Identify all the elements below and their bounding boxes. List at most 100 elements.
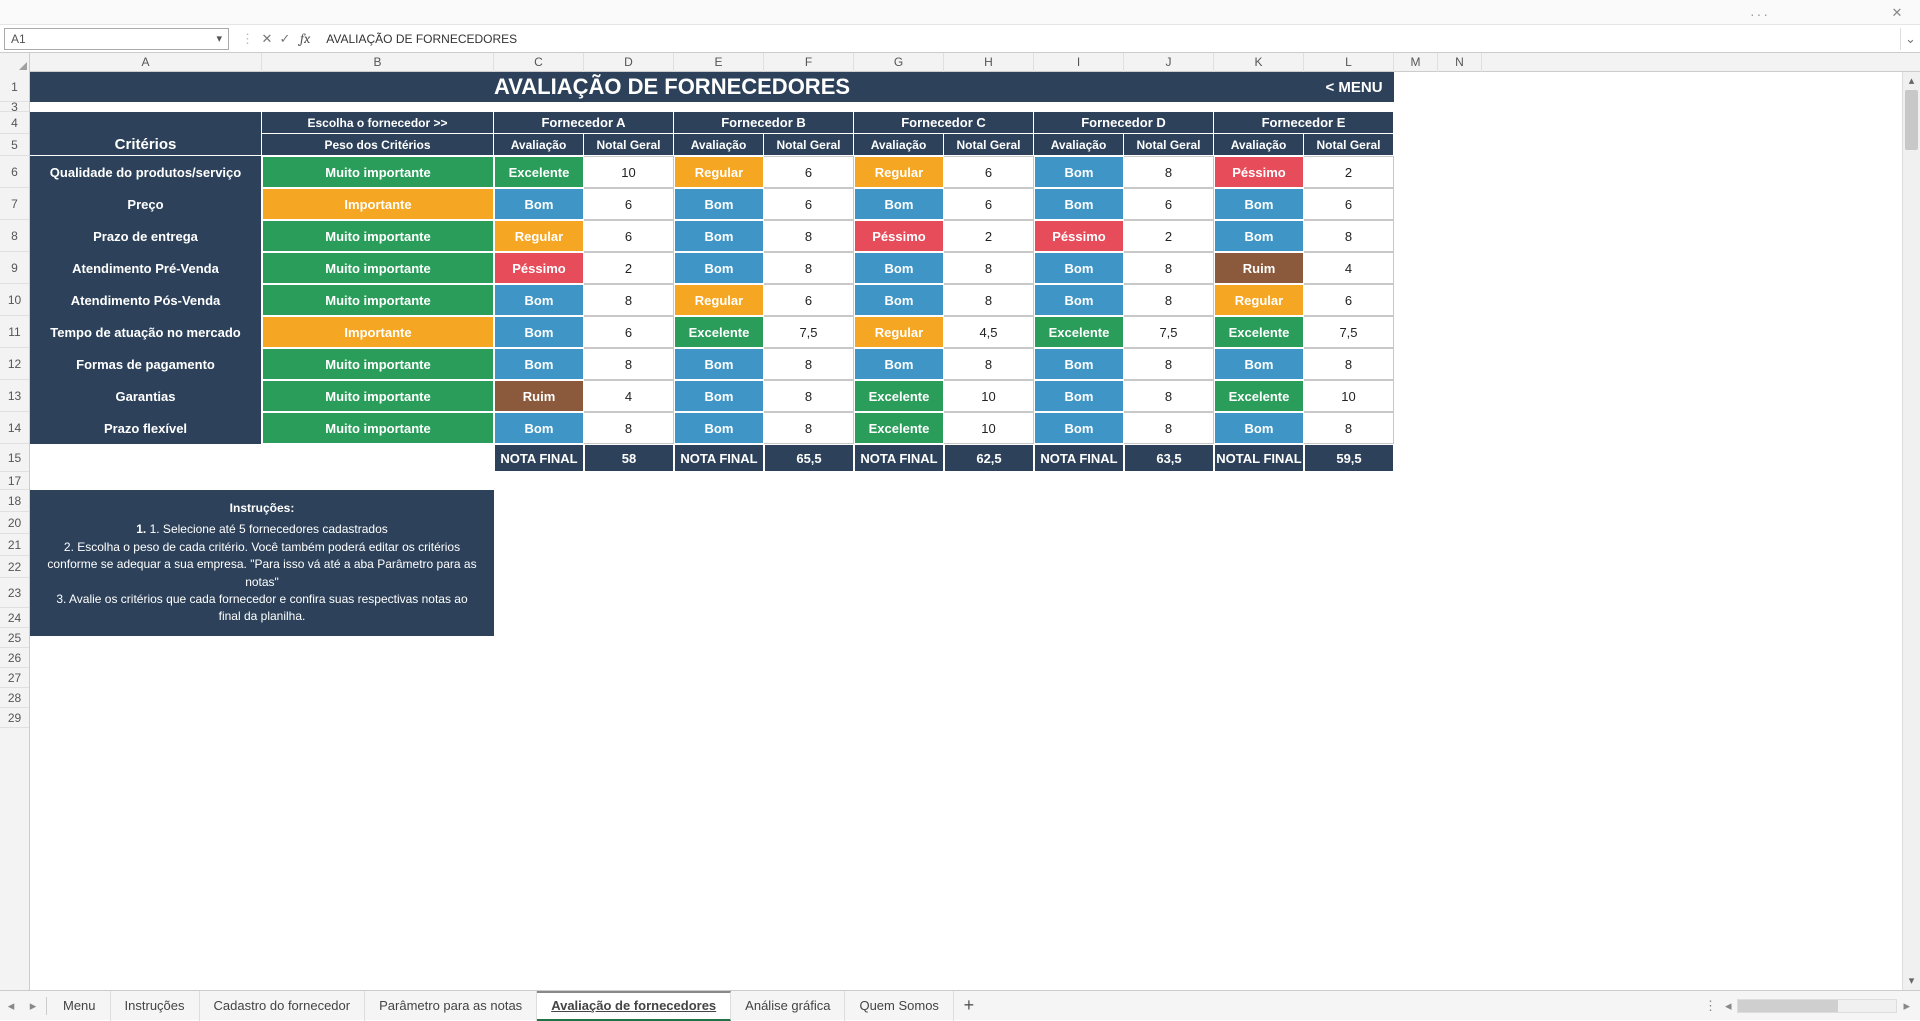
sheet-tab[interactable]: Menu <box>49 991 111 1021</box>
rating-cell[interactable]: Bom <box>494 348 584 380</box>
row-header[interactable]: 17 <box>0 472 29 490</box>
score-cell[interactable]: 8 <box>944 252 1034 284</box>
rating-cell[interactable]: Bom <box>1034 252 1124 284</box>
rating-cell[interactable]: Péssimo <box>854 220 944 252</box>
row-header[interactable]: 23 <box>0 578 29 608</box>
row-header[interactable]: 20 <box>0 512 29 534</box>
col-header[interactable]: B <box>262 53 494 72</box>
rating-cell[interactable]: Excelente <box>674 316 764 348</box>
rating-cell[interactable]: Bom <box>854 284 944 316</box>
row-header[interactable]: 21 <box>0 534 29 556</box>
score-cell[interactable]: 8 <box>764 252 854 284</box>
score-cell[interactable]: 4 <box>1304 252 1394 284</box>
rating-cell[interactable]: Bom <box>674 252 764 284</box>
criterion-weight[interactable]: Importante <box>262 316 494 348</box>
col-header[interactable]: K <box>1214 53 1304 72</box>
rating-cell[interactable]: Bom <box>1214 412 1304 444</box>
score-cell[interactable]: 8 <box>584 284 674 316</box>
scroll-up-icon[interactable]: ▴ <box>1903 72 1920 90</box>
row-header[interactable]: 25 <box>0 628 29 648</box>
rating-cell[interactable]: Regular <box>674 156 764 188</box>
criterion-weight[interactable]: Muito importante <box>262 380 494 412</box>
rating-cell[interactable]: Regular <box>494 220 584 252</box>
row-header[interactable]: 24 <box>0 608 29 628</box>
score-cell[interactable]: 2 <box>944 220 1034 252</box>
select-all-corner[interactable] <box>0 53 30 72</box>
sheet-tab[interactable]: Análise gráfica <box>731 991 845 1021</box>
empty-cell[interactable] <box>30 716 1394 736</box>
score-cell[interactable]: 8 <box>1304 348 1394 380</box>
rating-cell[interactable]: Regular <box>854 316 944 348</box>
col-header[interactable]: D <box>584 53 674 72</box>
score-cell[interactable]: 6 <box>1124 188 1214 220</box>
row-header[interactable]: 26 <box>0 648 29 668</box>
row-header[interactable]: 15 <box>0 444 29 472</box>
empty-cell[interactable] <box>30 736 1394 756</box>
rating-cell[interactable]: Excelente <box>1214 380 1304 412</box>
row-header[interactable]: 22 <box>0 556 29 578</box>
score-cell[interactable]: 2 <box>1124 220 1214 252</box>
col-header[interactable]: I <box>1034 53 1124 72</box>
score-cell[interactable]: 7,5 <box>1124 316 1214 348</box>
rating-cell[interactable]: Bom <box>854 348 944 380</box>
score-cell[interactable]: 10 <box>944 380 1034 412</box>
row-header[interactable]: 14 <box>0 412 29 444</box>
row-header[interactable]: 12 <box>0 348 29 380</box>
score-cell[interactable]: 10 <box>584 156 674 188</box>
rating-cell[interactable]: Bom <box>854 188 944 220</box>
tab-nav-next[interactable]: ▸ <box>22 998 44 1014</box>
row-header[interactable]: 10 <box>0 284 29 316</box>
criterion-weight[interactable]: Muito importante <box>262 220 494 252</box>
row-header[interactable]: 1 <box>0 72 29 102</box>
score-cell[interactable]: 6 <box>584 188 674 220</box>
hscroll-thumb[interactable] <box>1738 1000 1838 1012</box>
score-cell[interactable]: 6 <box>584 220 674 252</box>
rating-cell[interactable]: Excelente <box>854 380 944 412</box>
sheet-tab[interactable]: Quem Somos <box>845 991 953 1021</box>
hscroll-right-icon[interactable]: ▸ <box>1903 998 1910 1014</box>
formula-options-icon[interactable]: ⋮ <box>241 31 254 47</box>
row-header[interactable]: 18 <box>0 490 29 512</box>
score-cell[interactable]: 8 <box>1124 348 1214 380</box>
rating-cell[interactable]: Excelente <box>1034 316 1124 348</box>
col-header[interactable]: N <box>1438 53 1482 72</box>
empty-cell[interactable] <box>30 636 1394 656</box>
score-cell[interactable]: 8 <box>584 412 674 444</box>
rating-cell[interactable]: Bom <box>1034 412 1124 444</box>
rating-cell[interactable]: Bom <box>1214 348 1304 380</box>
score-cell[interactable]: 8 <box>764 380 854 412</box>
vertical-scrollbar[interactable]: ▴ ▾ <box>1902 72 1920 990</box>
expand-formula-button[interactable]: ⌄ <box>1900 28 1920 50</box>
rating-cell[interactable]: Ruim <box>1214 252 1304 284</box>
score-cell[interactable]: 8 <box>764 220 854 252</box>
formula-input[interactable]: AVALIAÇÃO DE FORNECEDORES <box>320 32 1900 46</box>
empty-cell[interactable] <box>30 696 1394 716</box>
window-close-button[interactable]: ✕ <box>1874 0 1920 25</box>
rating-cell[interactable]: Bom <box>1034 188 1124 220</box>
row-header[interactable]: 9 <box>0 252 29 284</box>
row-header[interactable]: 7 <box>0 188 29 220</box>
scroll-down-icon[interactable]: ▾ <box>1903 972 1920 990</box>
rating-cell[interactable]: Bom <box>1214 188 1304 220</box>
col-header[interactable]: F <box>764 53 854 72</box>
score-cell[interactable]: 8 <box>764 412 854 444</box>
col-header[interactable]: G <box>854 53 944 72</box>
rating-cell[interactable]: Bom <box>1214 220 1304 252</box>
confirm-formula-button[interactable]: ✓ <box>276 31 294 47</box>
score-cell[interactable]: 6 <box>1304 284 1394 316</box>
score-cell[interactable]: 2 <box>584 252 674 284</box>
col-header[interactable]: E <box>674 53 764 72</box>
row-header[interactable]: 27 <box>0 668 29 688</box>
criterion-weight[interactable]: Muito importante <box>262 284 494 316</box>
fx-icon[interactable]: fx <box>300 30 310 47</box>
score-cell[interactable]: 8 <box>1124 380 1214 412</box>
score-cell[interactable]: 2 <box>1304 156 1394 188</box>
chevron-down-icon[interactable]: ▾ <box>216 32 222 45</box>
rating-cell[interactable]: Bom <box>674 380 764 412</box>
score-cell[interactable]: 8 <box>944 348 1034 380</box>
rating-cell[interactable]: Excelente <box>854 412 944 444</box>
rating-cell[interactable]: Bom <box>1034 348 1124 380</box>
rating-cell[interactable]: Regular <box>674 284 764 316</box>
rating-cell[interactable]: Bom <box>494 412 584 444</box>
rating-cell[interactable]: Ruim <box>494 380 584 412</box>
